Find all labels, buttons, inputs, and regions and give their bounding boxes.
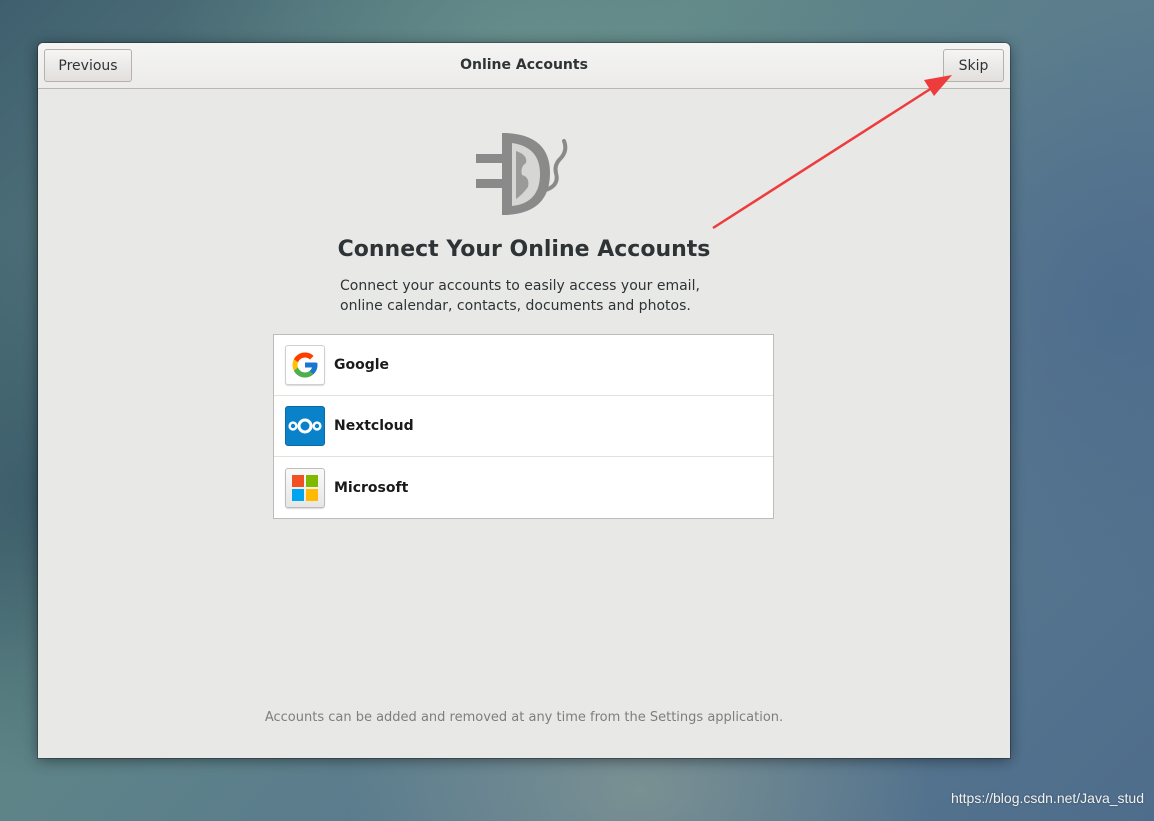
description-line-1: Connect your accounts to easily access y…: [340, 278, 700, 294]
skip-button[interactable]: Skip: [943, 49, 1004, 82]
page-heading: Connect Your Online Accounts: [337, 237, 711, 262]
footer-note: Accounts can be added and removed at any…: [264, 710, 784, 725]
provider-label: Nextcloud: [334, 418, 414, 434]
provider-item-nextcloud[interactable]: Nextcloud: [274, 396, 773, 457]
window-title: Online Accounts: [460, 57, 588, 73]
online-accounts-logo-icon: [476, 133, 568, 215]
provider-item-microsoft[interactable]: Microsoft: [274, 457, 773, 518]
page-description: Connect your accounts to easily access y…: [340, 276, 740, 316]
online-accounts-window: Previous Online Accounts Skip Connect Yo…: [38, 43, 1010, 758]
provider-item-google[interactable]: Google: [274, 335, 773, 396]
provider-label: Microsoft: [334, 479, 409, 496]
provider-list: Google Nextcloud Microsoft: [273, 334, 774, 519]
description-line-2: online calendar, contacts, documents and…: [340, 298, 691, 314]
watermark: https://blog.csdn.net/Java_stud: [950, 790, 1144, 806]
google-icon: [285, 345, 325, 385]
nextcloud-icon: [285, 406, 325, 446]
microsoft-icon: [285, 467, 325, 508]
header-bar: Previous Online Accounts Skip: [38, 43, 1010, 89]
provider-label: Google: [334, 357, 390, 373]
